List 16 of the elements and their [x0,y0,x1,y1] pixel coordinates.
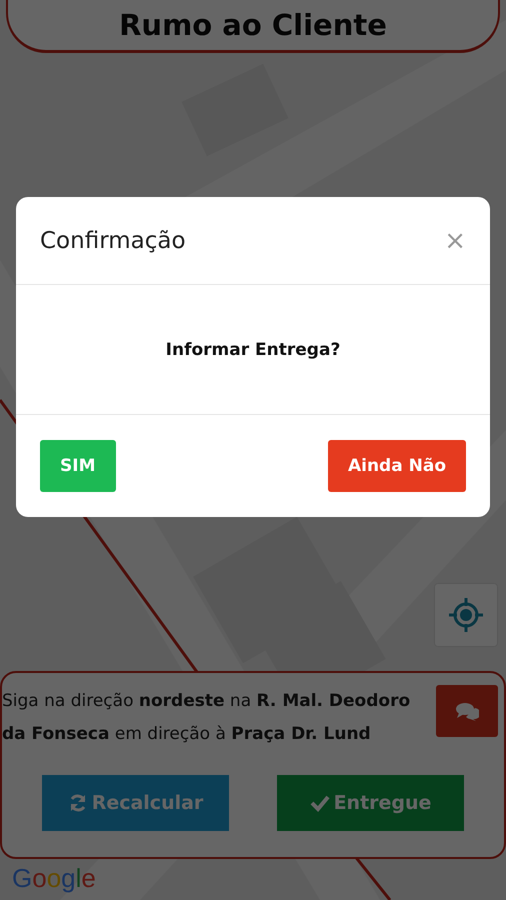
dialog-title: Confirmação [40,228,186,254]
check-icon [310,794,330,812]
chat-button[interactable] [436,685,498,737]
chat-icon [455,701,479,721]
crosshair-icon [447,596,485,634]
dialog-message: Informar Entrega? [166,340,340,360]
confirm-button[interactable]: SIM [40,440,116,492]
close-button[interactable]: × [444,226,466,256]
map-logo: Google [11,862,97,895]
delivered-button[interactable]: Entregue [277,775,464,831]
cancel-button[interactable]: Ainda Não [328,440,466,492]
app-title: Rumo ao Cliente [119,8,387,42]
locate-button[interactable] [434,583,498,647]
refresh-icon [68,793,88,813]
recalculate-button[interactable]: Recalcular [42,775,229,831]
direction-instruction: Siga na direção nordeste na R. Mal. Deodoro da Fonseca em direção à Praça Dr. Lund [2,690,412,746]
